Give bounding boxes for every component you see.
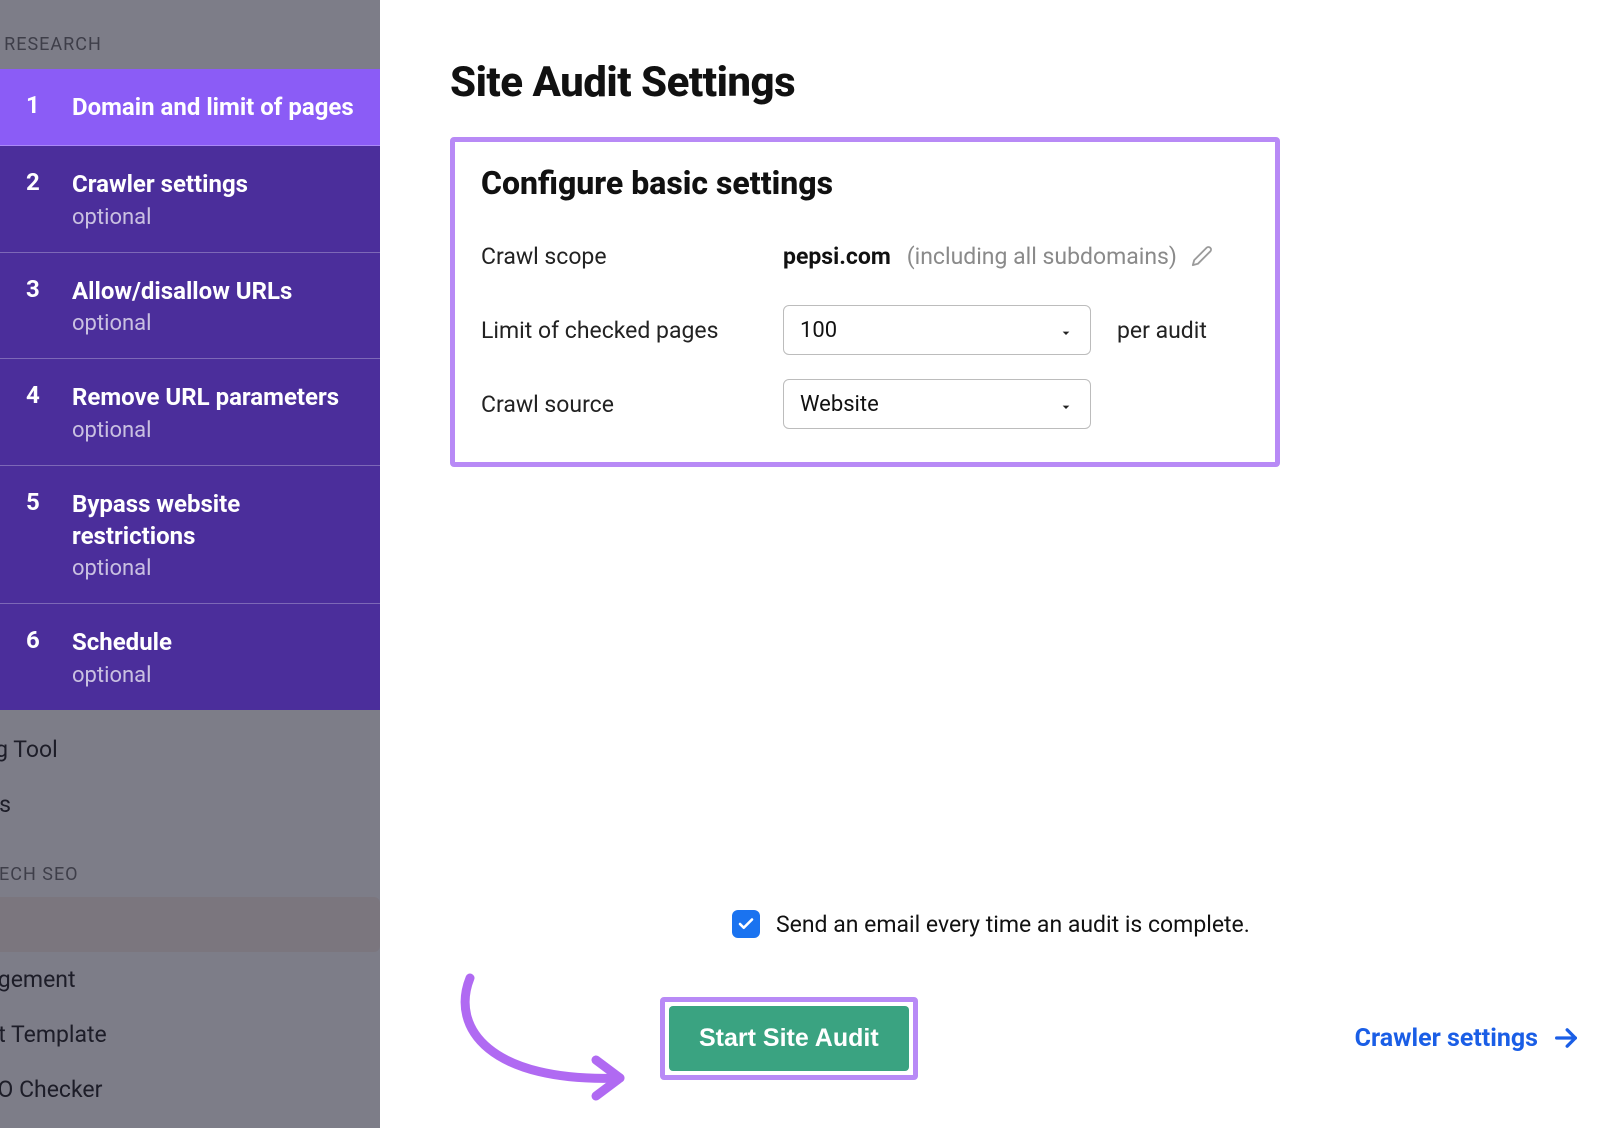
arrow-right-icon <box>1552 1024 1580 1052</box>
row-limit-pages: Limit of checked pages 100 per audit <box>481 304 1249 356</box>
step-number: 5 <box>26 488 72 582</box>
chevron-down-icon <box>1058 396 1074 412</box>
limit-label: Limit of checked pages <box>481 317 783 344</box>
annotation-arrow-icon <box>440 968 670 1108</box>
wizard-steps: 1 Domain and limit of pages 2 Crawler se… <box>0 69 380 710</box>
step-number: 1 <box>26 91 72 123</box>
step-number: 2 <box>26 168 72 229</box>
email-label: Send an email every time an audit is com… <box>776 911 1250 938</box>
wizard-step-6[interactable]: 6 Schedule optional <box>0 604 380 709</box>
next-step-link[interactable]: Crawler settings <box>1355 1024 1580 1053</box>
step-title: Schedule <box>72 626 358 658</box>
row-crawl-scope: Crawl scope pepsi.com (including all sub… <box>481 230 1249 282</box>
email-checkbox[interactable] <box>732 910 760 938</box>
step-number: 4 <box>26 381 72 442</box>
step-title: Domain and limit of pages <box>72 91 358 123</box>
step-optional: optional <box>72 205 358 230</box>
chevron-down-icon <box>1058 322 1074 338</box>
wizard-step-4[interactable]: 4 Remove URL parameters optional <box>0 359 380 465</box>
source-label: Crawl source <box>481 391 783 418</box>
wizard-step-1[interactable]: 1 Domain and limit of pages <box>0 69 380 146</box>
step-title: Remove URL parameters <box>72 381 358 413</box>
step-optional: optional <box>72 663 358 688</box>
step-title: Crawler settings <box>72 168 358 200</box>
step-number: 6 <box>26 626 72 687</box>
step-number: 3 <box>26 275 72 336</box>
panel-footer: Send an email every time an audit is com… <box>440 910 1580 1108</box>
next-step-label: Crawler settings <box>1355 1024 1538 1053</box>
limit-suffix: per audit <box>1117 317 1207 344</box>
edit-icon[interactable] <box>1191 245 1213 267</box>
row-crawl-source: Crawl source Website <box>481 378 1249 430</box>
source-value: Website <box>800 392 879 417</box>
wizard-step-2[interactable]: 2 Crawler settings optional <box>0 146 380 252</box>
limit-value: 100 <box>800 318 837 343</box>
wizard-step-3[interactable]: 3 Allow/disallow URLs optional <box>0 253 380 359</box>
email-option-row: Send an email every time an audit is com… <box>732 910 1250 938</box>
step-optional: optional <box>72 418 358 443</box>
step-optional: optional <box>72 556 358 581</box>
basic-settings-box: Configure basic settings Crawl scope pep… <box>450 137 1280 467</box>
button-row: Start Site Audit Crawler settings <box>440 968 1580 1108</box>
step-title: Allow/disallow URLs <box>72 275 358 307</box>
step-optional: optional <box>72 311 358 336</box>
page-title: Site Audit Settings <box>450 58 1530 107</box>
crawl-scope-label: Crawl scope <box>481 243 783 270</box>
section-title: Configure basic settings <box>481 164 1249 202</box>
crawl-scope-domain: pepsi.com <box>783 243 891 270</box>
step-title: Bypass website restrictions <box>72 488 358 553</box>
wizard-step-5[interactable]: 5 Bypass website restrictions optional <box>0 466 380 605</box>
crawl-scope-note: (including all subdomains) <box>907 243 1177 270</box>
limit-select[interactable]: 100 <box>783 305 1091 355</box>
source-select[interactable]: Website <box>783 379 1091 429</box>
start-button-highlight: Start Site Audit <box>660 997 918 1080</box>
settings-panel: Site Audit Settings Configure basic sett… <box>380 0 1600 1128</box>
start-site-audit-button[interactable]: Start Site Audit <box>669 1006 909 1071</box>
